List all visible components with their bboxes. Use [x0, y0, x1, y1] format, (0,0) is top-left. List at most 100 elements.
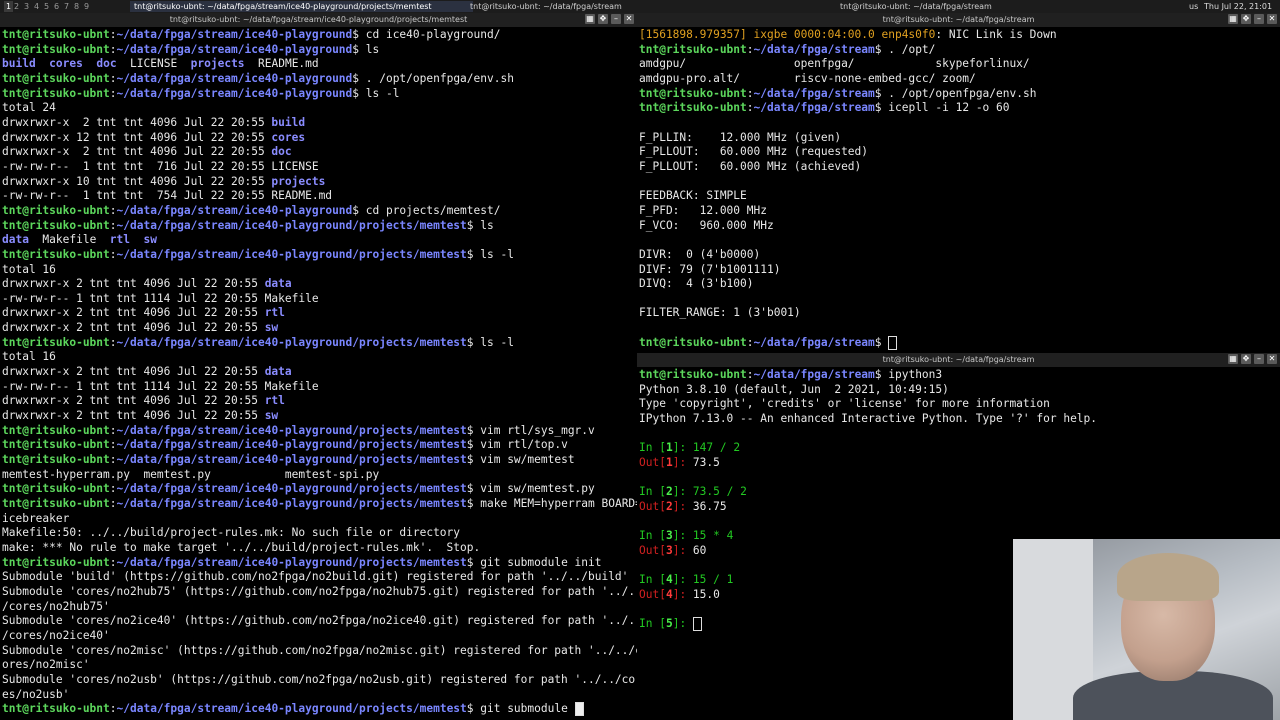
- terminal-text: data: [264, 365, 292, 379]
- terminal-text: Out[: [639, 587, 666, 601]
- terminal-text: FILTER_RANGE: 1 (3'b001): [639, 306, 801, 320]
- close-icon[interactable]: ✕: [1267, 14, 1277, 24]
- workspace-5[interactable]: 5: [44, 1, 49, 12]
- tile-icon[interactable]: ▦: [1228, 354, 1238, 364]
- terminal-line: [1561898.979357] ixgbe 0000:04:00.0 enp4…: [639, 28, 1280, 43]
- terminal-text: 60: [692, 543, 707, 557]
- pane-title-bar[interactable]: tnt@ritsuko-ubnt: ~/data/fpga/stream/ice…: [0, 13, 637, 27]
- terminal-text: drwxrwxr-x 10 tnt tnt 4096 Jul 22 20:55: [2, 174, 272, 188]
- move-icon[interactable]: ✥: [1241, 354, 1251, 364]
- terminal-line: amdgpu/ openfpga/ skypeforlinux/: [639, 57, 1280, 72]
- terminal-text: :: [109, 218, 117, 232]
- terminal-line: drwxrwxr-x 12 tnt tnt 4096 Jul 22 20:55 …: [2, 131, 637, 146]
- workspace-6[interactable]: 6: [54, 1, 59, 12]
- terminal-output[interactable]: [1561898.979357] ixgbe 0000:04:00.0 enp4…: [639, 28, 1280, 353]
- close-icon[interactable]: ✕: [1267, 354, 1277, 364]
- terminal-line: F_PLLOUT: 60.000 MHz (achieved): [639, 160, 1280, 175]
- terminal-text: ~/data/fpga/stream/ice40-playground: [116, 28, 353, 41]
- terminal-line: ores/no2misc': [2, 658, 637, 673]
- terminal-text: build: [2, 57, 36, 71]
- terminal-text: projects: [190, 57, 245, 71]
- terminal-text: DIVQ: 4 (3'b100): [639, 277, 754, 291]
- terminal-text: tnt@ritsuko-ubnt: [2, 423, 110, 437]
- terminal-text: build: [271, 115, 306, 129]
- terminal-line: tnt@ritsuko-ubnt:~/data/fpga/stream/ice4…: [2, 702, 637, 717]
- terminal-text: F_PLLOUT: 60.000 MHz (achieved): [639, 159, 862, 173]
- workspace-8[interactable]: 8: [74, 1, 79, 12]
- terminal-text: :: [109, 86, 117, 100]
- terminal-text: cores: [49, 57, 83, 71]
- terminal-line: drwxrwxr-x 2 tnt tnt 4096 Jul 22 20:55 r…: [2, 306, 637, 321]
- terminal-line: drwxrwxr-x 2 tnt tnt 4096 Jul 22 20:55 d…: [2, 277, 637, 292]
- terminal-text: :: [109, 497, 117, 510]
- terminal-text: ]:: [672, 485, 693, 499]
- terminal-text: tnt@ritsuko-ubnt: [2, 28, 110, 41]
- terminal-text: $ . /opt/: [874, 42, 936, 56]
- pane-title-bar[interactable]: tnt@ritsuko-ubnt: ~/data/fpga/stream ▦ ✥…: [637, 13, 1280, 27]
- terminal-text: tnt@ritsuko-ubnt: [2, 497, 110, 510]
- move-icon[interactable]: ✥: [598, 14, 608, 24]
- keyboard-layout-indicator[interactable]: us: [1189, 1, 1198, 12]
- minimize-icon[interactable]: –: [1254, 354, 1264, 364]
- terminal-line: Python 3.8.10 (default, Jun 2 2021, 10:4…: [639, 383, 1280, 398]
- workspace-3[interactable]: 3: [24, 1, 29, 12]
- terminal-text: tnt@ritsuko-ubnt: [2, 247, 110, 261]
- terminal-line: Out[1]: 73.5: [639, 456, 1280, 471]
- terminal-pane-top-right[interactable]: tnt@ritsuko-ubnt: ~/data/fpga/stream ▦ ✥…: [637, 13, 1280, 353]
- terminal-line: F_PLLOUT: 60.000 MHz (requested): [639, 145, 1280, 160]
- workspace-4[interactable]: 4: [34, 1, 39, 12]
- terminal-line: tnt@ritsuko-ubnt:~/data/fpga/stream/ice4…: [2, 336, 637, 351]
- text-cursor: [888, 335, 898, 350]
- terminal-text: :: [109, 438, 117, 452]
- terminal-line: Submodule 'cores/no2usb' (https://github…: [2, 673, 637, 688]
- taskbar-window-stream-1[interactable]: tnt@ritsuko-ubnt: ~/data/fpga/stream: [466, 1, 644, 12]
- taskbar-window-memtest[interactable]: tnt@ritsuko-ubnt: ~/data/fpga/stream/ice…: [130, 1, 473, 12]
- terminal-text: $ cd ice40-playground/: [352, 28, 501, 41]
- window-controls: ▦ ✥ – ✕: [585, 14, 634, 26]
- close-icon[interactable]: ✕: [624, 14, 634, 24]
- terminal-output[interactable]: tnt@ritsuko-ubnt:~/data/fpga/stream/ice4…: [2, 28, 637, 720]
- terminal-line: drwxrwxr-x 2 tnt tnt 4096 Jul 22 20:55 d…: [2, 145, 637, 160]
- terminal-text: ]:: [672, 573, 693, 587]
- minimize-icon[interactable]: –: [1254, 14, 1264, 24]
- terminal-text: tnt@ritsuko-ubnt: [2, 555, 110, 569]
- terminal-line: tnt@ritsuko-ubnt:~/data/fpga/stream/ice4…: [2, 497, 637, 512]
- terminal-text: ]:: [672, 499, 693, 513]
- terminal-text: Out[: [639, 499, 666, 513]
- terminal-text: ~/data/fpga/stream/ice40-playground/proj…: [116, 218, 467, 232]
- terminal-text: :: [109, 453, 117, 467]
- terminal-text: $ ls: [466, 218, 494, 232]
- workspace-7[interactable]: 7: [64, 1, 69, 12]
- terminal-line: -rw-rw-r-- 1 tnt tnt 716 Jul 22 20:55 LI…: [2, 160, 637, 175]
- clock[interactable]: Thu Jul 22, 21:01: [1204, 1, 1272, 12]
- terminal-text: 4: [665, 573, 673, 587]
- terminal-text: ~/data/fpga/stream/ice40-playground: [116, 203, 353, 217]
- workspace-1[interactable]: 1: [4, 1, 14, 12]
- move-icon[interactable]: ✥: [1241, 14, 1251, 24]
- terminal-text: :: [109, 42, 117, 56]
- terminal-text: 15 / 1: [692, 573, 734, 587]
- terminal-pane-left[interactable]: tnt@ritsuko-ubnt: ~/data/fpga/stream/ice…: [0, 13, 637, 720]
- terminal-text: sw: [264, 321, 279, 335]
- terminal-text: ~/data/fpga/stream/ice40-playground: [116, 71, 353, 85]
- terminal-text: F_VCO: 960.000 MHz: [639, 218, 774, 232]
- terminal-text: ~/data/fpga/stream/ice40-playground/proj…: [116, 438, 467, 452]
- minimize-icon[interactable]: –: [611, 14, 621, 24]
- terminal-text: tnt@ritsuko-ubnt: [2, 482, 110, 496]
- pane-title-bar[interactable]: tnt@ritsuko-ubnt: ~/data/fpga/stream ▦ ✥…: [637, 353, 1280, 367]
- workspace-2[interactable]: 2: [14, 1, 19, 12]
- workspace-9[interactable]: 9: [84, 1, 89, 12]
- terminal-text: drwxrwxr-x 2 tnt tnt 4096 Jul 22 20:55: [2, 145, 272, 159]
- terminal-line: drwxrwxr-x 2 tnt tnt 4096 Jul 22 20:55 d…: [2, 365, 637, 380]
- terminal-text: ~/data/fpga/stream/ice40-playground: [116, 86, 353, 100]
- taskbar-window-stream-2[interactable]: tnt@ritsuko-ubnt: ~/data/fpga/stream: [836, 1, 1014, 12]
- text-cursor: [574, 702, 584, 717]
- tile-icon[interactable]: ▦: [1228, 14, 1238, 24]
- terminal-text: $: [874, 335, 889, 349]
- tile-icon[interactable]: ▦: [585, 14, 595, 24]
- terminal-text: DIVF: 79 (7'b1001111): [639, 262, 781, 276]
